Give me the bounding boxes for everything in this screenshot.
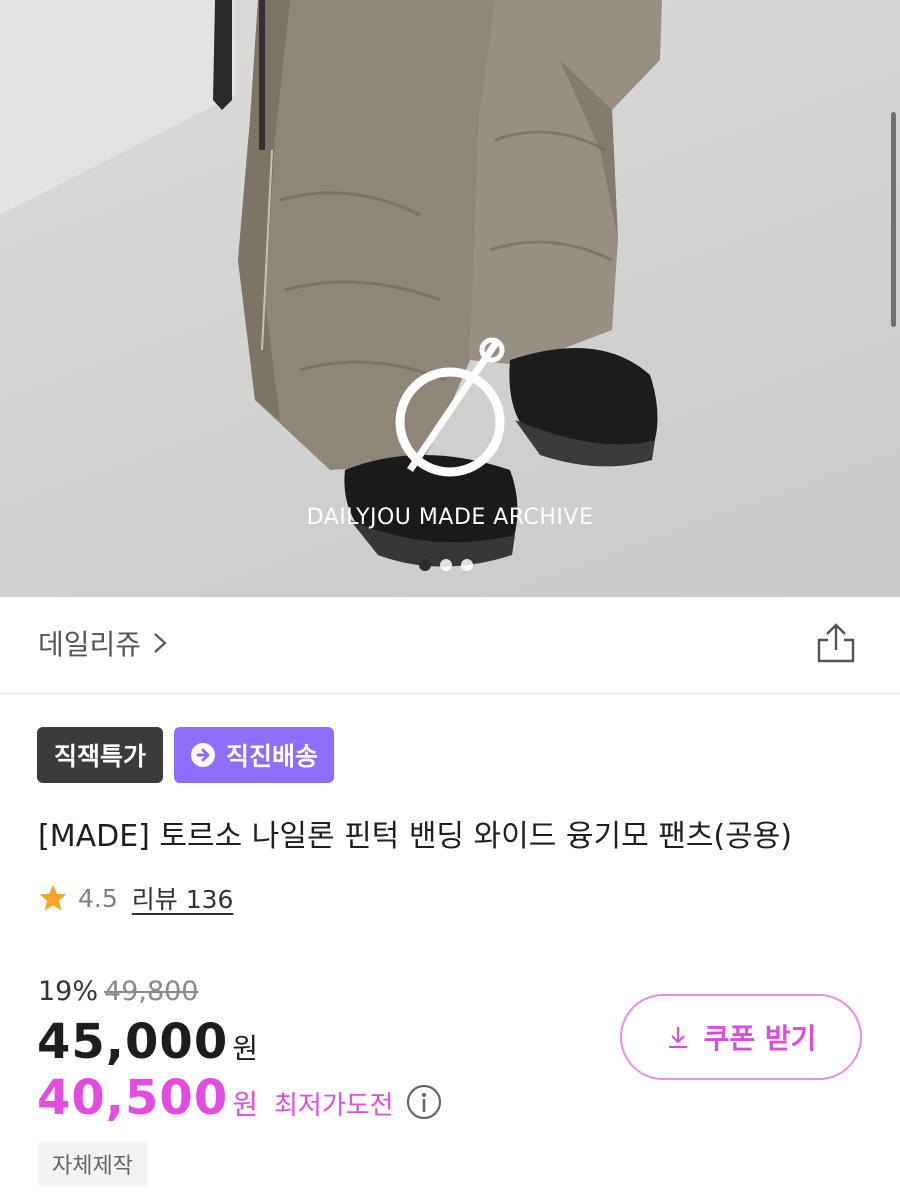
rating-row: 4.5 리뷰 136	[38, 880, 233, 916]
special-price-badge: 직잭특가	[37, 727, 164, 783]
self-made-tag: 자체제작	[38, 1141, 147, 1187]
share-icon[interactable]	[816, 622, 856, 664]
store-link[interactable]: 데일리쥬	[38, 623, 167, 663]
page-scrollbar[interactable]	[891, 112, 896, 327]
store-row: 데일리쥬	[0, 597, 900, 694]
original-price: 49,800	[104, 976, 199, 1007]
direct-delivery-label: 직진배송	[226, 742, 319, 771]
brand-logo-mark	[395, 337, 505, 477]
best-price-label: 최저가도전	[274, 1091, 394, 1121]
carousel-dot-2[interactable]	[440, 559, 452, 571]
special-price-label: 직잭특가	[54, 742, 147, 771]
coupon-download-button[interactable]: 쿠폰 받기	[620, 994, 862, 1080]
brand-watermark: DAILYJOU MADE ARCHIVE	[306, 505, 594, 530]
sale-price: 45,000	[37, 1014, 229, 1070]
badge-row: 직잭특가 직진배송	[37, 727, 335, 783]
carousel-dot-1[interactable]	[419, 559, 431, 571]
carousel-indicator	[0, 559, 896, 571]
sale-price-currency: 원	[232, 1032, 258, 1065]
review-count-link[interactable]: 리뷰 136	[132, 880, 234, 916]
sale-price-row: 45,000 원	[37, 1014, 258, 1070]
discount-row: 19% 49,800	[38, 976, 199, 1007]
product-image-carousel[interactable]: DAILYJOU MADE ARCHIVE	[0, 0, 900, 597]
direct-delivery-badge: 직진배송	[174, 727, 335, 783]
star-icon	[39, 884, 67, 911]
discount-rate: 19%	[38, 976, 99, 1007]
store-name: 데일리쥬	[38, 628, 142, 661]
coupon-label: 쿠폰 받기	[703, 1022, 817, 1055]
carousel-dot-3[interactable]	[461, 559, 473, 571]
best-price: 40,500	[37, 1070, 229, 1126]
chevron-right-icon	[154, 633, 167, 653]
info-icon[interactable]	[406, 1084, 442, 1120]
download-icon	[668, 1027, 687, 1048]
best-price-row: 40,500 원 최저가도전	[37, 1070, 442, 1126]
best-price-currency: 원	[232, 1088, 258, 1121]
product-title: [MADE] 토르소 나일론 핀턱 밴딩 와이드 융기모 팬츠(공용)	[38, 819, 793, 854]
delivery-icon	[191, 743, 216, 767]
rating-score: 4.5	[78, 883, 118, 913]
